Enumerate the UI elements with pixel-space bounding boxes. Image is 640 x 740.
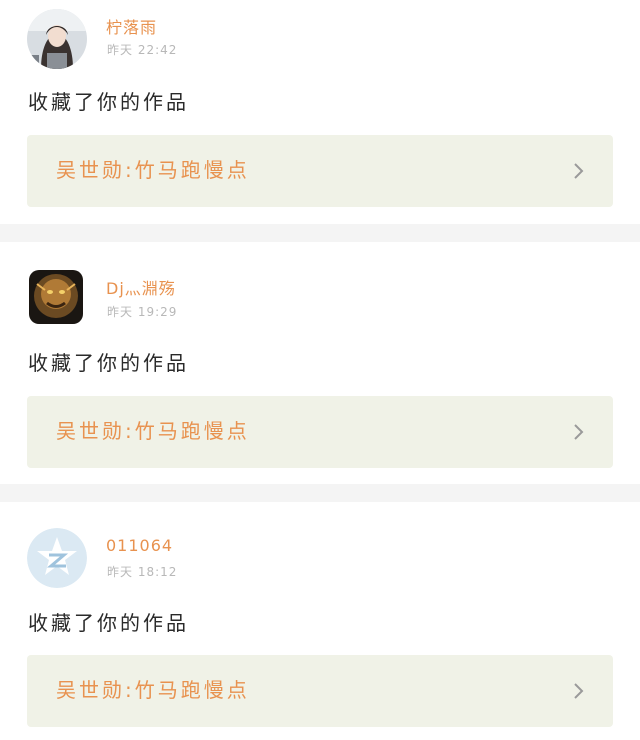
action-text: 收藏了你的作品 [28,611,189,635]
timestamp: 昨天 18:12 [107,565,178,579]
notification-item: 柠落雨 昨天 22:42 收藏了你的作品 吴世勋:竹马跑慢点 [0,0,640,224]
username[interactable]: Dj灬淵殇 [106,275,176,299]
chevron-right-icon [574,683,584,699]
work-link[interactable]: 吴世勋:竹马跑慢点 [27,655,613,727]
monster-game-avatar-icon [29,270,83,324]
chevron-right-icon [574,163,584,179]
work-link[interactable]: 吴世勋:竹马跑慢点 [27,135,613,207]
work-title: 吴世勋:竹马跑慢点 [56,419,250,443]
action-text: 收藏了你的作品 [28,90,189,114]
user-avatar[interactable] [27,528,87,588]
default-q-avatar-icon [27,528,87,588]
chevron-right-icon [574,424,584,440]
work-title: 吴世勋:竹马跑慢点 [56,678,250,702]
work-title: 吴世勋:竹马跑慢点 [56,158,250,182]
action-text: 收藏了你的作品 [28,351,189,375]
username[interactable]: 011064 [106,536,173,555]
timestamp: 昨天 19:29 [107,305,178,319]
notification-item: Dj灬淵殇 昨天 19:29 收藏了你的作品 吴世勋:竹马跑慢点 [0,242,640,484]
user-avatar[interactable] [27,9,87,69]
notification-item: 011064 昨天 18:12 收藏了你的作品 吴世勋:竹马跑慢点 [0,502,640,740]
notification-feed: 柠落雨 昨天 22:42 收藏了你的作品 吴世勋:竹马跑慢点 Dj灬淵殇 昨天 … [0,0,640,740]
timestamp: 昨天 22:42 [107,43,178,57]
user-avatar[interactable] [29,270,83,324]
girl-photo-avatar-icon [27,9,87,69]
work-link[interactable]: 吴世勋:竹马跑慢点 [27,396,613,468]
username[interactable]: 柠落雨 [106,14,157,38]
